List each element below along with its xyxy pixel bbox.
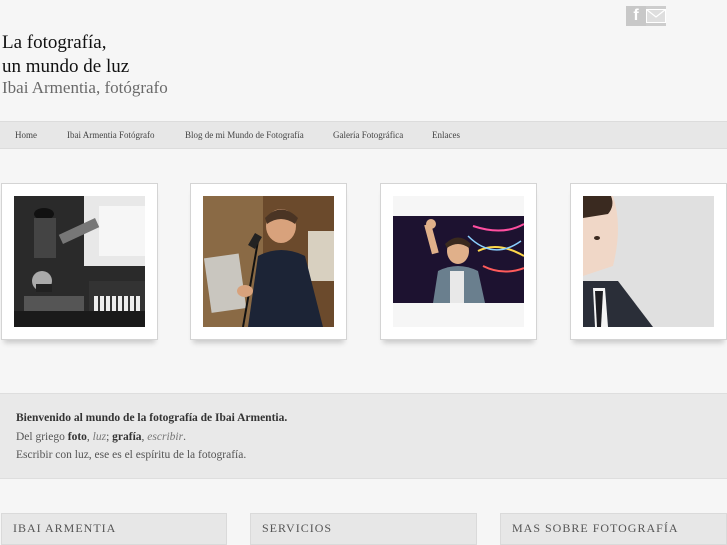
- box-title-ibai-armentia: IBAI ARMENTIA: [13, 521, 117, 535]
- etymology-grafia: grafía: [112, 431, 142, 443]
- site-title[interactable]: La fotografía, un mundo de luz: [2, 31, 129, 79]
- photo-portrait: [583, 196, 714, 327]
- etymology-foto: foto: [67, 431, 87, 443]
- site-title-line1: La fotografía,: [2, 32, 107, 53]
- box-title-servicios: SERVICIOS: [262, 521, 333, 535]
- welcome-heading: Bienvenido al mundo de la fotografía de …: [16, 412, 288, 424]
- welcome-section: Bienvenido al mundo de la fotografía de …: [0, 393, 727, 479]
- mail-icon[interactable]: [646, 6, 666, 26]
- main-nav: Home Ibai Armentia Fotógrafo Blog de mi …: [0, 121, 727, 149]
- nav-ibai-armentia-fotografo[interactable]: Ibai Armentia Fotógrafo: [67, 130, 154, 140]
- welcome-etymology: Del griego foto, luz; grafía, escribir.: [16, 431, 186, 443]
- photo-card-1[interactable]: [1, 183, 158, 340]
- photo-musicians: [14, 196, 145, 327]
- etymology-luz: luz: [92, 431, 107, 443]
- photo-card-4[interactable]: [570, 183, 727, 340]
- social-links: f: [626, 6, 666, 26]
- etymology-prefix: Del griego: [16, 431, 68, 443]
- photo-card-2[interactable]: [190, 183, 347, 340]
- box-title-mas-sobre-fotografia: MAS SOBRE FOTOGRAFÍA: [512, 521, 679, 535]
- nav-home[interactable]: Home: [15, 130, 37, 140]
- mail-envelope-glyph: [646, 9, 666, 23]
- site-title-line2: un mundo de luz: [2, 56, 130, 77]
- nav-galeria[interactable]: Galería Fotográfica: [333, 130, 403, 140]
- photo-singer: [203, 196, 334, 327]
- facebook-icon[interactable]: f: [626, 6, 646, 26]
- box-ibai-armentia: IBAI ARMENTIA: [1, 513, 227, 545]
- nav-blog[interactable]: Blog de mi Mundo de Fotografía: [185, 130, 304, 140]
- etymology-end: .: [183, 431, 186, 443]
- photo-party: [393, 196, 524, 327]
- welcome-spirit: Escribir con luz, ese es el espíritu de …: [16, 449, 247, 461]
- nav-enlaces[interactable]: Enlaces: [432, 130, 460, 140]
- site-subtitle: Ibai Armentia, fotógrafo: [2, 78, 168, 97]
- etymology-escribir: escribir: [147, 431, 184, 443]
- photo-card-3[interactable]: [380, 183, 537, 340]
- box-mas-sobre-fotografia: MAS SOBRE FOTOGRAFÍA: [500, 513, 727, 545]
- box-servicios: SERVICIOS: [250, 513, 477, 545]
